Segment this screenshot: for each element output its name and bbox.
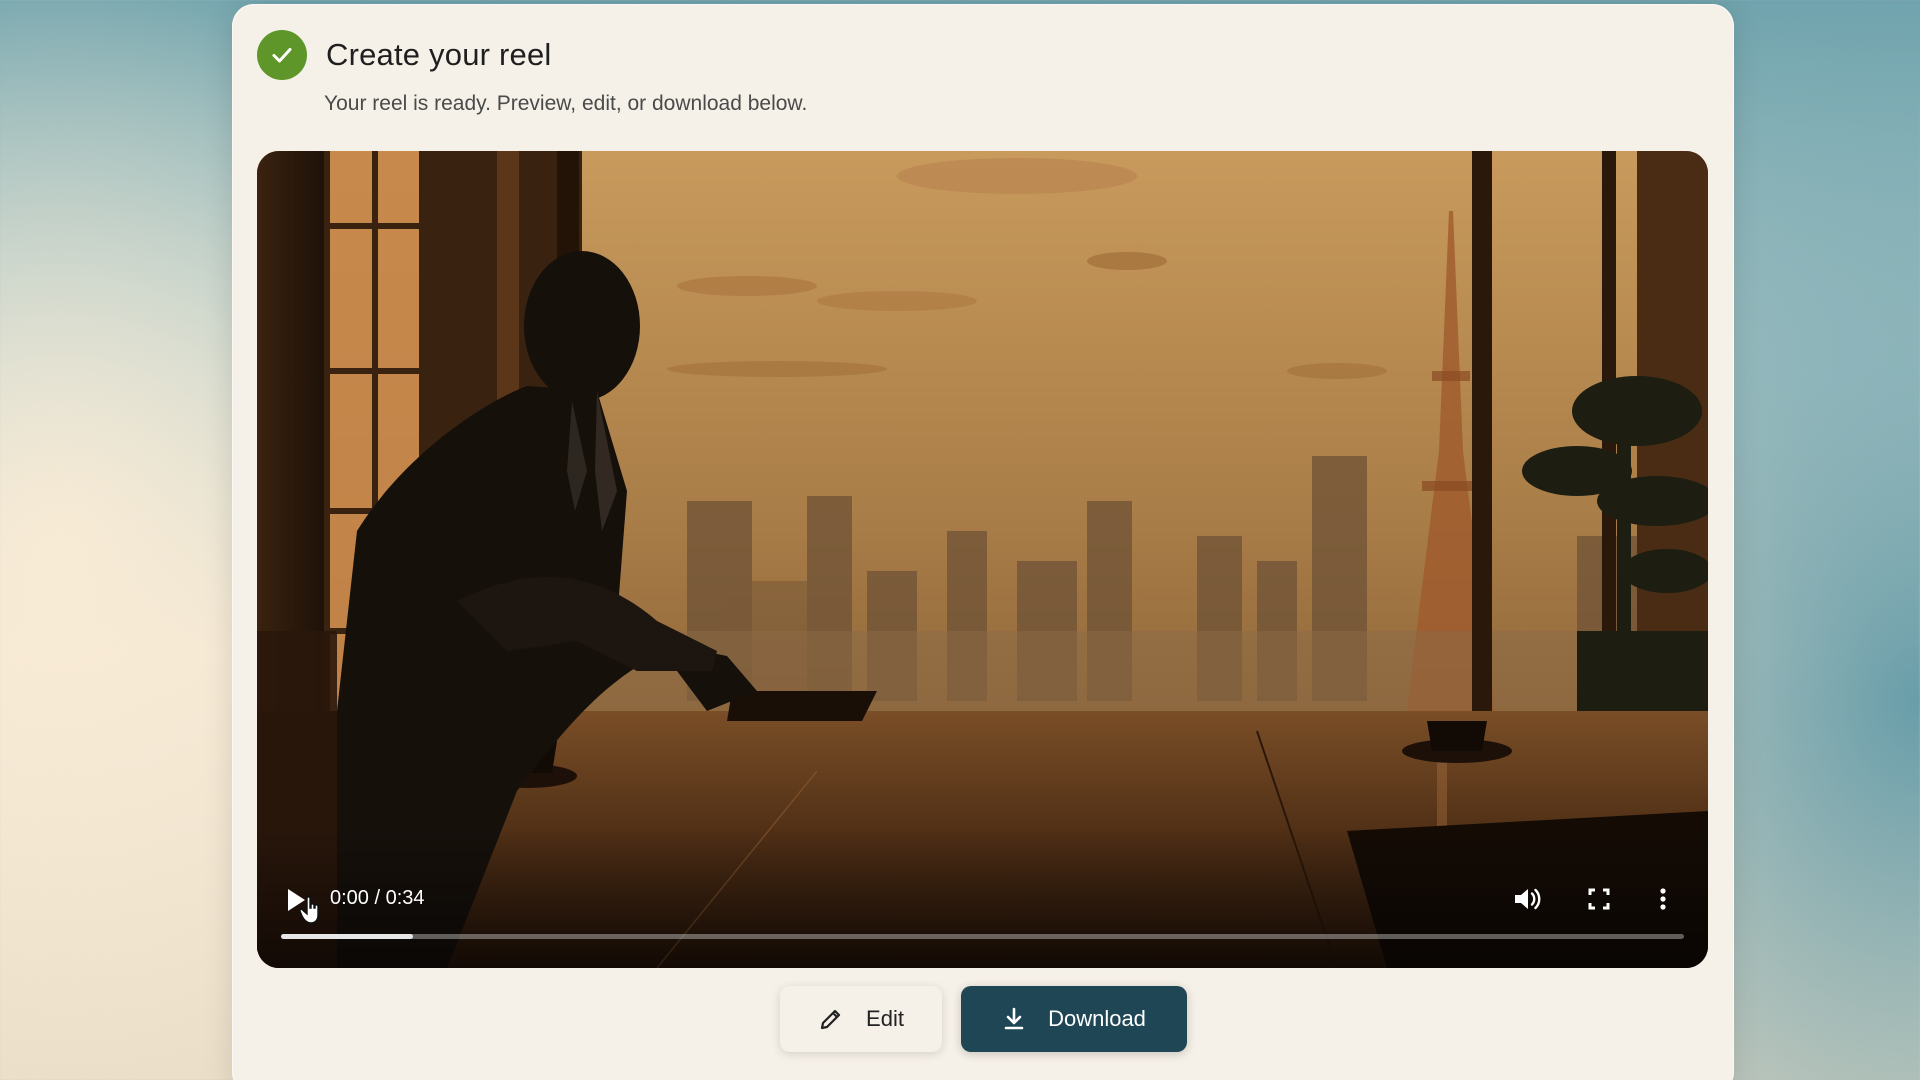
progress-bar[interactable] bbox=[281, 934, 1684, 939]
more-vertical-icon bbox=[1660, 888, 1666, 910]
fullscreen-button[interactable] bbox=[1584, 884, 1614, 914]
card-header: Create your reel bbox=[257, 30, 551, 80]
page-subtitle: Your reel is ready. Preview, edit, or do… bbox=[324, 92, 808, 115]
hand-cursor-icon bbox=[299, 895, 323, 925]
download-button[interactable]: Download bbox=[961, 986, 1187, 1052]
download-button-label: Download bbox=[1048, 1006, 1146, 1031]
page-title: Create your reel bbox=[326, 37, 552, 72]
more-options-button[interactable] bbox=[1653, 882, 1673, 916]
success-check-icon bbox=[257, 30, 307, 80]
edit-button[interactable]: Edit bbox=[780, 986, 942, 1052]
volume-button[interactable] bbox=[1510, 882, 1544, 916]
fullscreen-icon bbox=[1588, 888, 1610, 910]
controls-overlay bbox=[257, 828, 1708, 968]
reel-card: Create your reel Your reel is ready. Pre… bbox=[232, 4, 1734, 1080]
edit-button-label: Edit bbox=[866, 1006, 904, 1031]
download-icon bbox=[1004, 1007, 1024, 1030]
video-player[interactable]: 0:00 / 0:34 bbox=[257, 151, 1708, 968]
time-display: 0:00 / 0:34 bbox=[330, 887, 425, 909]
volume-icon bbox=[1515, 888, 1541, 910]
pencil-icon bbox=[820, 1009, 841, 1030]
progress-fill bbox=[281, 934, 413, 939]
